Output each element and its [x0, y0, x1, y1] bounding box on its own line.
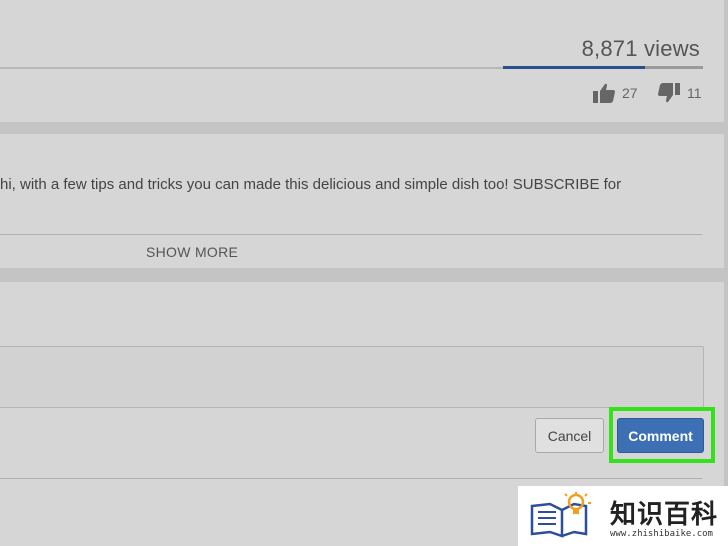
book-lightbulb-icon [530, 492, 596, 543]
watermark-text: 知识百科 www.zhishibaike.com [610, 494, 718, 539]
sentiment-bar-fill [503, 66, 645, 69]
dislike-count: 11 [687, 85, 702, 101]
watermark: 知识百科 www.zhishibaike.com [518, 486, 728, 546]
show-more-button[interactable]: SHOW MORE [146, 244, 238, 260]
like-count: 27 [622, 85, 638, 101]
description-text: hi, with a few tips and tricks you can m… [0, 176, 622, 193]
thumbs-down-icon [657, 82, 681, 104]
like-button[interactable]: 27 [592, 82, 638, 104]
divider [0, 67, 503, 69]
comment-input[interactable] [0, 346, 704, 408]
divider [0, 478, 702, 479]
cancel-button[interactable]: Cancel [535, 418, 604, 453]
sentiment-bar [503, 66, 703, 69]
video-info-panel: 8,871 views 27 11 [0, 0, 724, 122]
watermark-title: 知识百科 [610, 500, 719, 530]
dislike-button[interactable]: 11 [657, 82, 702, 104]
comment-button[interactable]: Comment [617, 418, 704, 453]
watermark-url: www.zhishibaike.com [610, 529, 713, 539]
view-count: 8,871 views [581, 36, 700, 61]
divider [0, 234, 702, 235]
thumbs-up-icon [592, 82, 616, 104]
description-panel [0, 134, 724, 268]
